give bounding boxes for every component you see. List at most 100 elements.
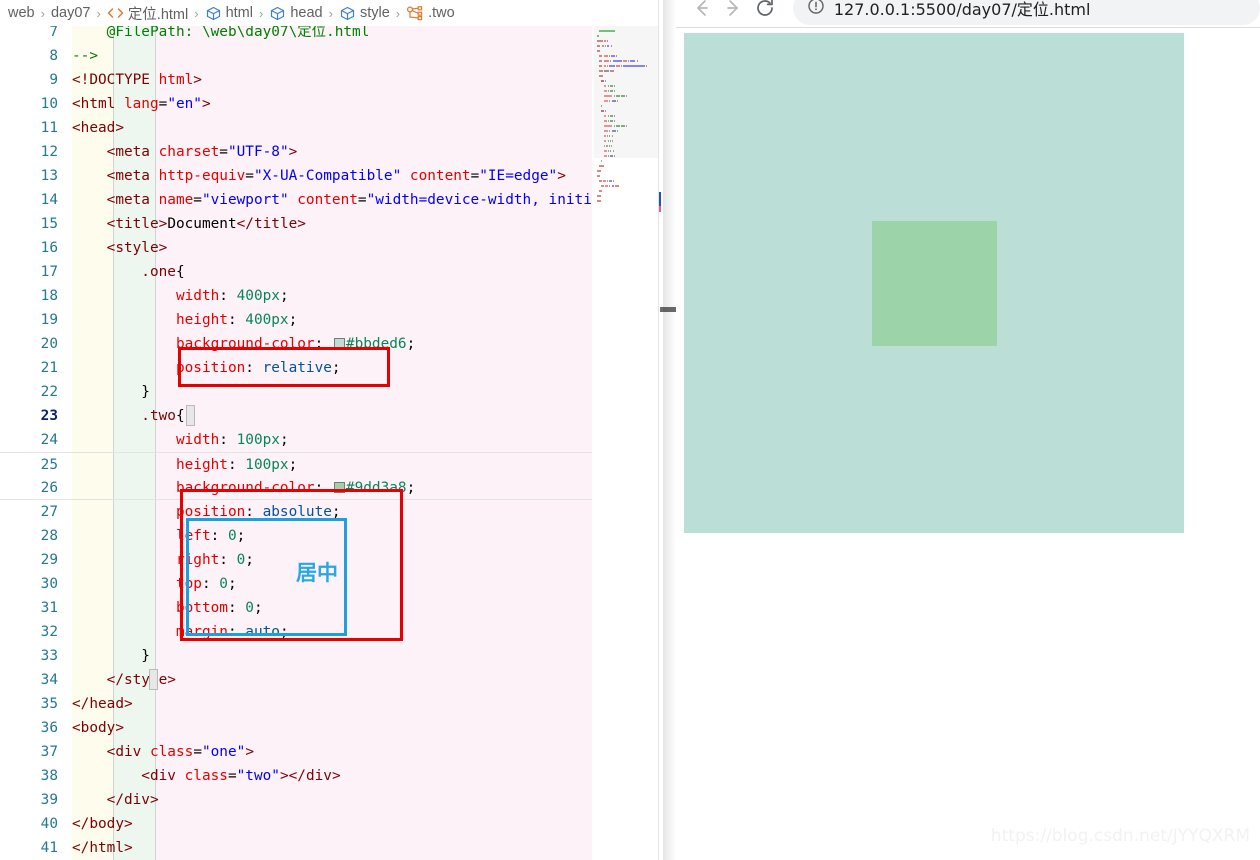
breadcrumb-label: head bbox=[290, 5, 323, 21]
code-line[interactable]: 27 position: absolute; bbox=[0, 500, 592, 524]
line-number: 9 bbox=[49, 72, 58, 88]
symbol-cube-icon bbox=[339, 6, 356, 21]
code-line[interactable]: 33 } bbox=[0, 644, 592, 668]
pane-divider[interactable] bbox=[658, 0, 659, 860]
breadcrumb-item-head[interactable]: head bbox=[269, 5, 323, 21]
line-number: 13 bbox=[40, 168, 58, 184]
code-line[interactable]: 32 margin: auto; bbox=[0, 620, 592, 644]
annotation-label-juzhong: 居中 bbox=[296, 561, 338, 585]
breadcrumb-separator: › bbox=[328, 5, 333, 21]
breadcrumb-item-file[interactable]: 定位.html bbox=[107, 3, 188, 24]
breadcrumb-item-day07[interactable]: day07 bbox=[51, 5, 91, 21]
breadcrumb[interactable]: web › day07 › 定位.html › html › head › st… bbox=[0, 0, 676, 26]
code-line[interactable]: 40 </body> bbox=[0, 812, 592, 836]
minimap-token bbox=[597, 170, 601, 172]
code-text: background-color: #9dd3a8; bbox=[72, 480, 416, 496]
info-circle-icon[interactable] bbox=[807, 0, 825, 19]
code-text: } bbox=[72, 384, 150, 400]
code-line[interactable]: 13 <meta http-equiv="X-UA-Compatible" co… bbox=[0, 164, 592, 188]
minimap-token bbox=[607, 180, 609, 182]
line-number: 29 bbox=[40, 552, 58, 568]
breadcrumb-item-two[interactable]: .two bbox=[406, 5, 455, 21]
breadcrumb-item-style[interactable]: style bbox=[339, 5, 390, 21]
line-number: 8 bbox=[49, 48, 58, 64]
minimap-viewport-slider[interactable] bbox=[594, 26, 658, 158]
breadcrumb-separator: › bbox=[40, 5, 45, 21]
breadcrumb-separator: › bbox=[395, 5, 401, 21]
code-line[interactable]: 38 <div class="two"></div> bbox=[0, 764, 592, 788]
code-line[interactable]: 11 <head> bbox=[0, 116, 592, 140]
symbol-cube-icon bbox=[269, 6, 286, 21]
color-swatch-icon[interactable] bbox=[333, 338, 345, 349]
line-number: 30 bbox=[40, 576, 58, 592]
code-text: right: 0; bbox=[72, 552, 254, 568]
code-line[interactable]: 41 </html> bbox=[0, 836, 592, 860]
code-line[interactable]: 17 .one{ bbox=[0, 260, 592, 284]
code-line[interactable]: 23 .two{ bbox=[0, 404, 592, 428]
code-text: </html> bbox=[72, 840, 133, 856]
line-number: 19 bbox=[40, 312, 58, 328]
code-line[interactable]: 37 <div class="one"> bbox=[0, 740, 592, 764]
minimap-token bbox=[611, 185, 615, 187]
code-line[interactable]: 39 </div> bbox=[0, 788, 592, 812]
code-line[interactable]: 35 </head> bbox=[0, 692, 592, 716]
code-line[interactable]: 21 position: relative; bbox=[0, 356, 592, 380]
line-number: 35 bbox=[40, 696, 58, 712]
code-text: </head> bbox=[72, 696, 133, 712]
minimap-token bbox=[599, 190, 603, 192]
breadcrumb-separator: › bbox=[258, 5, 264, 21]
code-line[interactable]: 10 <html lang="en"> bbox=[0, 92, 592, 116]
code-line[interactable]: 34 </style> bbox=[0, 668, 592, 692]
breadcrumb-separator: › bbox=[194, 5, 199, 21]
line-number: 37 bbox=[40, 744, 58, 760]
code-text: bottom: 0; bbox=[72, 600, 263, 616]
code-editor-surface[interactable]: 7 @FilePath: \web\day07\定位.html 8 --> 9 <!DO… bbox=[0, 26, 592, 860]
bracket-match-close bbox=[149, 669, 158, 690]
code-line[interactable]: 14 <meta name="viewport" content="width=… bbox=[0, 188, 592, 212]
minimap-token bbox=[613, 180, 615, 182]
minimap-token bbox=[605, 185, 609, 187]
code-line[interactable]: 22 } bbox=[0, 380, 592, 404]
code-line[interactable]: 12 <meta charset="UTF-8"> bbox=[0, 140, 592, 164]
code-line[interactable]: 24 width: 100px; bbox=[0, 428, 592, 452]
code-text: width: 400px; bbox=[72, 288, 289, 304]
code-text: <meta charset="UTF-8"> bbox=[72, 144, 298, 160]
line-number: 25 bbox=[40, 457, 58, 473]
code-line[interactable]: 19 height: 400px; bbox=[0, 308, 592, 332]
line-number: 21 bbox=[40, 360, 58, 376]
breadcrumb-label: html bbox=[225, 5, 253, 21]
page-viewport: https://blog.csdn.net/JYYQXRM bbox=[676, 28, 1260, 860]
line-number: 41 bbox=[40, 840, 58, 856]
breadcrumb-label: web bbox=[8, 5, 35, 21]
minimap-token bbox=[599, 165, 604, 167]
code-line[interactable]: 31 bottom: 0; bbox=[0, 596, 592, 620]
line-number: 12 bbox=[40, 144, 58, 160]
code-text: .two{ bbox=[72, 408, 185, 424]
breadcrumb-item-web[interactable]: web bbox=[8, 5, 35, 21]
code-line[interactable]: 25 height: 100px; bbox=[0, 452, 592, 476]
code-line[interactable]: 15 <title>Document</title> bbox=[0, 212, 592, 236]
color-swatch-icon[interactable] bbox=[333, 482, 345, 493]
address-bar[interactable]: 127.0.0.1:5500/day07/定位.html bbox=[792, 0, 1260, 25]
code-line[interactable]: 36 <body> bbox=[0, 716, 592, 740]
code-text: <meta name="viewport" content="width=dev… bbox=[72, 192, 592, 208]
code-line[interactable]: 28 left: 0; bbox=[0, 524, 592, 548]
code-line[interactable]: 8 --> bbox=[0, 44, 592, 68]
arrow-left-icon[interactable] bbox=[686, 0, 718, 25]
code-line[interactable]: 18 width: 400px; bbox=[0, 284, 592, 308]
line-number: 18 bbox=[40, 288, 58, 304]
line-number: 27 bbox=[40, 504, 58, 520]
line-number: 16 bbox=[40, 240, 58, 256]
line-number: 28 bbox=[40, 528, 58, 544]
reload-icon[interactable] bbox=[749, 0, 781, 25]
breadcrumb-item-html[interactable]: html bbox=[205, 5, 253, 21]
minimap-token bbox=[599, 180, 602, 182]
arrow-right-icon[interactable] bbox=[718, 0, 750, 25]
code-text: <body> bbox=[72, 720, 124, 736]
code-line[interactable]: 20 background-color: #bbded6; bbox=[0, 332, 592, 356]
code-line[interactable]: 7 @FilePath: \web\day07\定位.html bbox=[0, 26, 592, 44]
line-number: 11 bbox=[40, 120, 58, 136]
code-line[interactable]: 26 background-color: #9dd3a8; bbox=[0, 476, 592, 500]
code-line[interactable]: 9 <!DOCTYPE html> bbox=[0, 68, 592, 92]
code-line[interactable]: 16 <style> bbox=[0, 236, 592, 260]
